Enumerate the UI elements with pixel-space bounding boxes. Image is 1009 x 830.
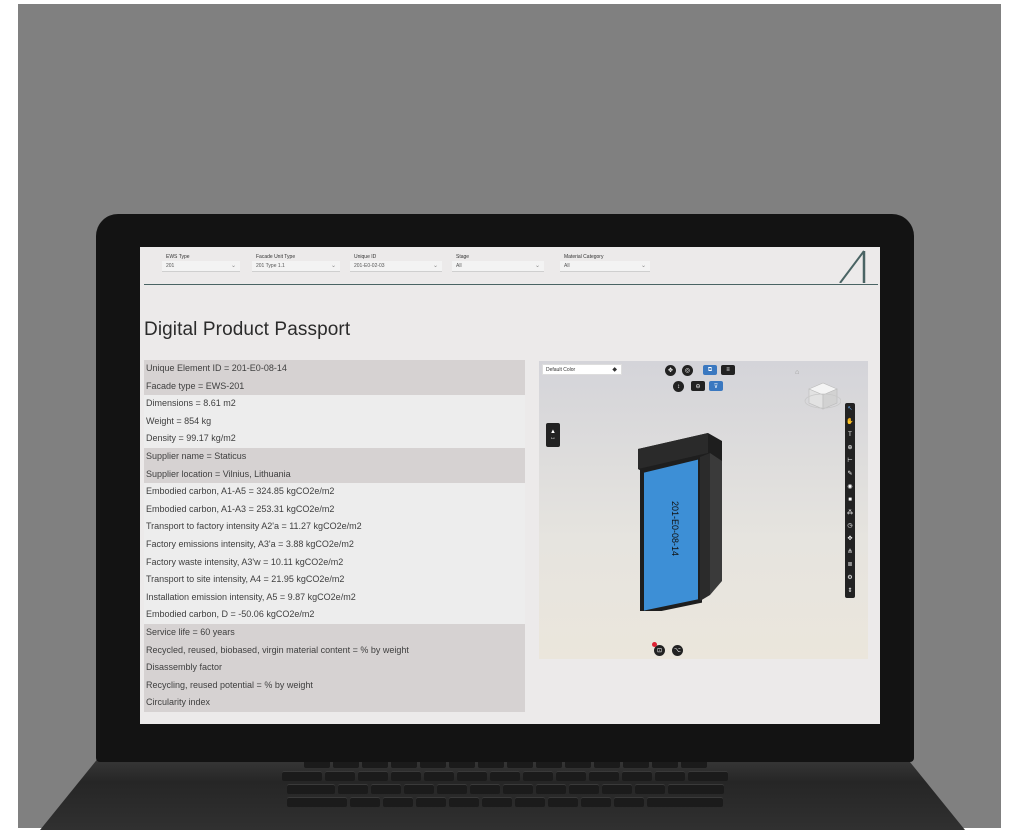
property-row: Embodied carbon, D = -50.06 kgCO2e/m2: [144, 606, 525, 624]
property-row: Disassembly factor: [144, 659, 525, 677]
filter-icon[interactable]: ⊽: [709, 381, 723, 391]
pan-icon[interactable]: ✥: [665, 365, 676, 376]
property-row: Installation emission intensity, A5 = 9.…: [144, 588, 525, 607]
chevron-down-icon: ⌄: [534, 263, 540, 269]
property-row: Transport to site intensity, A4 = 21.95 …: [144, 571, 525, 589]
navigation-arrows-icon[interactable]: ▲ ↔: [546, 423, 560, 447]
property-row: Weight = 854 kg: [144, 412, 525, 431]
property-row: Factory emissions intensity, A3'a = 3.88…: [144, 535, 525, 554]
filter-stage[interactable]: Stage All ⌄: [452, 253, 544, 272]
filter-material-category[interactable]: Material Category All ⌄: [560, 253, 650, 272]
hand-icon[interactable]: ✋: [845, 416, 855, 429]
chevron-down-icon: ⌄: [640, 263, 646, 269]
page-title: Digital Product Passport: [144, 319, 351, 340]
filter-label: Stage: [456, 254, 470, 260]
move-icon[interactable]: ✥: [845, 533, 855, 546]
notification-dot: [652, 642, 657, 647]
property-row: Density = 99.17 kg/m2: [144, 430, 525, 448]
side-toolbar: ↖ ✋ T ⊕ ⊢ ✎ ◉ ■ ⁂ ◷ ✥ ⋔ ≣ ⚙ ⇕: [845, 403, 855, 598]
app-screen: EWS Type 201 ⌄ Facade Unit Type 201 Type …: [140, 247, 880, 724]
clock-icon[interactable]: ◷: [845, 520, 855, 533]
properties-icon[interactable]: ⌥: [672, 645, 683, 656]
property-row: Facade type = EWS-201: [144, 377, 525, 396]
filter-select[interactable]: All ⌄: [452, 261, 544, 272]
updown-icon[interactable]: ⇕: [845, 585, 855, 598]
home-icon[interactable]: ⌂: [795, 369, 799, 376]
property-row: Dimensions = 8.61 m2: [144, 395, 525, 413]
property-row: Supplier location = Vilnius, Lithuania: [144, 465, 525, 484]
header-divider: [144, 284, 878, 285]
model-viewer[interactable]: Default Color ◆ ✥ ◎ ⧉ ≡ ↕ ⊖ ⊽ ⌂ ▲ ↔ 201-E…: [539, 361, 868, 659]
tree-icon[interactable]: ⋔: [845, 546, 855, 559]
filter-unique-id[interactable]: Unique ID 201-E0-02-03 ⌄: [350, 253, 442, 272]
filter-value: 201-E0-02-03: [354, 263, 385, 269]
property-row: Factory waste intensity, A3'w = 10.11 kg…: [144, 553, 525, 572]
laptop-keyboard: [140, 758, 870, 822]
view-cube-icon[interactable]: [801, 379, 841, 411]
filter-label: Unique ID: [354, 254, 377, 260]
filter-select[interactable]: 201-E0-02-03 ⌄: [350, 261, 442, 272]
property-row: Embodied carbon, A1-A3 = 253.31 kgCO2e/m…: [144, 500, 525, 519]
chevron-down-icon: ⌄: [230, 263, 236, 269]
filter-bar: EWS Type 201 ⌄ Facade Unit Type 201 Type …: [140, 247, 880, 285]
filter-select[interactable]: 201 ⌄: [162, 261, 240, 272]
chevron-down-icon: ⌄: [330, 263, 336, 269]
cursor-icon[interactable]: ↖: [845, 403, 855, 416]
orbit-icon[interactable]: ◎: [682, 365, 693, 376]
filter-select[interactable]: 201 Type 1.1 ⌄: [252, 261, 340, 272]
property-row: Recycling, reused potential = % by weigh…: [144, 676, 525, 695]
filter-value: All: [456, 263, 462, 269]
paint-icon[interactable]: ◉: [845, 481, 855, 494]
filter-label: EWS Type: [166, 254, 190, 260]
pin-icon[interactable]: ⊕: [845, 442, 855, 455]
property-row: Recycled, reused, biobased, virgin mater…: [144, 641, 525, 660]
pencil-icon[interactable]: ✎: [845, 468, 855, 481]
filter-facade-unit-type[interactable]: Facade Unit Type 201 Type 1.1 ⌄: [252, 253, 340, 272]
text-icon[interactable]: T: [845, 429, 855, 442]
property-row: Embodied carbon, A1-A5 = 324.85 kgCO2e/m…: [144, 483, 525, 501]
select-icon[interactable]: ⧉: [703, 365, 717, 375]
measure-icon[interactable]: ⊢: [845, 455, 855, 468]
list-icon[interactable]: ≡: [721, 365, 735, 375]
zoom-icon[interactable]: ↕: [673, 381, 684, 392]
filter-value: All: [564, 263, 570, 269]
property-row: Supplier name = Staticus: [144, 447, 525, 466]
color-mode-select[interactable]: Default Color ◆: [542, 364, 622, 375]
color-mode-value: Default Color: [546, 367, 576, 373]
facade-panel-model[interactable]: 201-E0-08-14: [638, 431, 724, 611]
property-row: Transport to factory intensity A2'a = 11…: [144, 518, 525, 536]
filter-label: Material Category: [564, 254, 604, 260]
filter-select[interactable]: All ⌄: [560, 261, 650, 272]
property-row: Circularity index: [144, 694, 525, 712]
layers-icon[interactable]: ≣: [845, 559, 855, 572]
property-list: Unique Element ID = 201-E0-08-14 Facade t…: [144, 360, 525, 712]
cluster-icon[interactable]: ⁂: [845, 507, 855, 520]
droplet-icon: ◆: [612, 367, 617, 373]
brand-logo-icon: [839, 250, 866, 283]
filter-ews-type[interactable]: EWS Type 201 ⌄: [162, 253, 240, 272]
settings-icon[interactable]: ⚙: [845, 572, 855, 585]
property-row: Service life = 60 years: [144, 623, 525, 642]
section-icon[interactable]: ⊖: [691, 381, 705, 391]
property-row: Unique Element ID = 201-E0-08-14: [144, 360, 525, 378]
box-icon[interactable]: ■: [845, 494, 855, 507]
filter-value: 201 Type 1.1: [256, 263, 285, 269]
chevron-down-icon: ⌄: [432, 263, 438, 269]
element-id-label: 201-E0-08-14: [670, 501, 680, 556]
filter-value: 201: [166, 263, 175, 269]
filter-label: Facade Unit Type: [256, 254, 296, 260]
